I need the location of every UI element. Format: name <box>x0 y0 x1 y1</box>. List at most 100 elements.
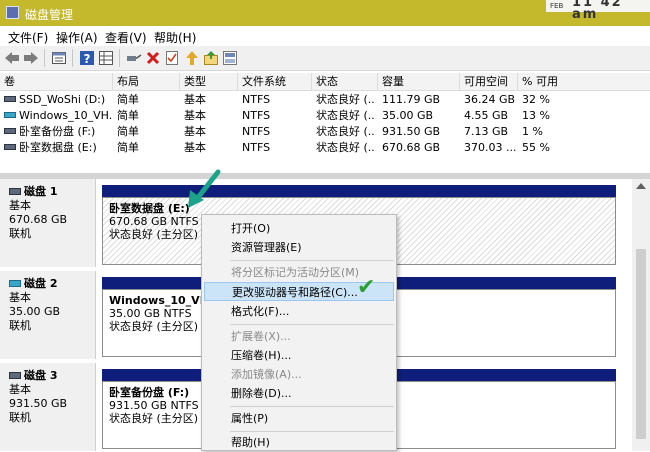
status-cell: 状态良好 (... <box>316 141 376 154</box>
column-header-free-space[interactable]: 可用空间 <box>460 73 518 91</box>
table-row[interactable]: 卧室备份盘 (F:) 简单 基本 NTFS 状态良好 (... 931.50 G… <box>0 124 650 140</box>
scroll-up-arrow-icon[interactable] <box>636 183 646 189</box>
properties-icon[interactable] <box>51 50 67 66</box>
volume-name-cell: 卧室数据盘 (E:) <box>4 140 112 156</box>
type-cell: 基本 <box>184 141 206 154</box>
clock-time: 11 42 am <box>572 0 623 22</box>
volume-name: 卧室备份盘 (F:) <box>19 125 96 138</box>
capacity-cell: 111.79 GB <box>382 93 441 106</box>
menu-file[interactable]: 文件(F) <box>8 29 48 46</box>
back-arrow-icon[interactable] <box>4 50 20 66</box>
menu-item-shrink-volume[interactable]: 压缩卷(H)... <box>204 346 394 365</box>
scrollbar-thumb[interactable] <box>636 249 646 439</box>
disk-1-label[interactable]: 磁盘 1 基本 670.68 GB 联机 <box>0 179 96 267</box>
layout-cell: 简单 <box>117 109 139 122</box>
type-cell: 基本 <box>184 125 206 138</box>
percent-free-cell: 13 % <box>522 109 550 122</box>
toolbar-separator <box>72 49 73 67</box>
drive-icon <box>4 96 16 102</box>
menu-item-explorer[interactable]: 资源管理器(E) <box>204 238 394 257</box>
column-header-status[interactable]: 状态 <box>312 73 378 91</box>
percent-free-cell: 32 % <box>522 93 550 106</box>
annotation-arrow-icon <box>188 169 221 208</box>
type-cell: 基本 <box>184 109 206 122</box>
filesystem-cell: NTFS <box>242 141 271 154</box>
help-icon[interactable]: ? <box>79 50 95 66</box>
layout-cell: 简单 <box>117 93 139 106</box>
disk-2-label[interactable]: 磁盘 2 基本 35.00 GB 联机 <box>0 271 96 359</box>
volume-name: Windows_10_VH... <box>19 109 112 122</box>
disk-3-label[interactable]: 磁盘 3 基本 931.50 GB 联机 <box>0 363 96 451</box>
svg-text:?: ? <box>84 52 91 66</box>
table-row[interactable]: Windows_10_VH... 简单 基本 NTFS 状态良好 (... 35… <box>0 108 650 124</box>
vhd-disk-icon <box>9 280 21 287</box>
disk-1-size: 670.68 GB <box>9 213 68 226</box>
vertical-scrollbar[interactable] <box>632 179 650 451</box>
toolbar-separator <box>119 49 120 67</box>
layout-cell: 简单 <box>117 125 139 138</box>
column-header-capacity[interactable]: 容量 <box>378 73 460 91</box>
table-row[interactable]: SSD_WoShi (D:) 简单 基本 NTFS 状态良好 (... 111.… <box>0 92 650 108</box>
disk-1-state: 联机 <box>9 227 31 240</box>
percent-free-cell: 1 % <box>522 125 543 138</box>
column-header-type[interactable]: 类型 <box>180 73 238 91</box>
up-icon[interactable] <box>184 50 200 66</box>
filesystem-cell: NTFS <box>242 93 271 106</box>
disk-3-type: 基本 <box>9 383 31 396</box>
disk-2-type: 基本 <box>9 291 31 304</box>
free-space-cell: 36.24 GB <box>464 93 516 106</box>
menu-view[interactable]: 查看(V) <box>105 29 147 46</box>
menu-item-help[interactable]: 帮助(H) <box>204 433 394 452</box>
annotation-check-icon: ✔ <box>357 275 376 300</box>
window-title: 磁盘管理 <box>25 8 74 22</box>
import-icon[interactable] <box>203 50 219 66</box>
drive-icon <box>4 128 16 134</box>
menu-separator <box>230 260 394 261</box>
disk-icon <box>9 188 21 195</box>
volume-name: SSD_WoShi (D:) <box>19 93 106 106</box>
menu-item-add-mirror: 添加镜像(A)... <box>231 368 302 381</box>
title-bar: 磁盘管理 FEB 11 42 am <box>0 0 650 26</box>
refresh-icon[interactable] <box>222 50 238 66</box>
disk-3-name: 磁盘 3 <box>24 369 58 382</box>
volume-name-cell: SSD_WoShi (D:) <box>4 92 112 108</box>
volume-name-cell: 卧室备份盘 (F:) <box>4 124 112 140</box>
partition-header-bar <box>102 185 616 197</box>
menu-item-open[interactable]: 打开(O) <box>204 219 394 238</box>
capacity-cell: 931.50 GB <box>382 125 441 138</box>
menu-action[interactable]: 操作(A) <box>56 29 98 46</box>
disk-management-icon <box>6 6 19 19</box>
menu-item-properties[interactable]: 属性(P) <box>204 409 394 428</box>
disk-2-state: 联机 <box>9 319 31 332</box>
column-header-percent-free[interactable]: % 可用 <box>518 73 650 91</box>
disk-1-name: 磁盘 1 <box>24 185 58 198</box>
menu-help[interactable]: 帮助(H) <box>154 29 196 46</box>
disk-2-size: 35.00 GB <box>9 305 61 318</box>
forward-arrow-icon[interactable] <box>23 50 39 66</box>
menu-separator <box>230 431 394 432</box>
context-menu: 打开(O) 资源管理器(E) 将分区标记为活动分区(M) 更改驱动器号和路径(C… <box>201 214 397 451</box>
disk-3-size: 931.50 GB <box>9 397 68 410</box>
check-icon[interactable] <box>164 50 180 66</box>
menu-item-delete-volume[interactable]: 删除卷(D)... <box>204 384 394 403</box>
percent-free-cell: 55 % <box>522 141 550 154</box>
column-header-filesystem[interactable]: 文件系统 <box>238 73 312 91</box>
column-header-volume[interactable]: 卷 <box>0 73 113 91</box>
connect-icon[interactable] <box>126 50 142 66</box>
disk-3-name-row: 磁盘 3 <box>9 369 95 383</box>
menu-item-format[interactable]: 格式化(F)... <box>204 302 394 321</box>
free-space-cell: 370.03 ... <box>464 141 516 154</box>
disk-1-name-row: 磁盘 1 <box>9 185 95 199</box>
delete-icon[interactable] <box>145 50 161 66</box>
table-row[interactable]: 卧室数据盘 (E:) 简单 基本 NTFS 状态良好 (... 670.68 G… <box>0 140 650 156</box>
status-cell: 状态良好 (... <box>316 109 376 122</box>
column-header-layout[interactable]: 布局 <box>113 73 180 91</box>
capacity-cell: 670.68 GB <box>382 141 441 154</box>
menu-separator <box>230 406 394 407</box>
properties-grid-icon[interactable] <box>98 50 114 66</box>
menu-bar: 文件(F) 操作(A) 查看(V) 帮助(H) <box>0 26 650 47</box>
disk-2-name: 磁盘 2 <box>24 277 58 290</box>
capacity-cell: 35.00 GB <box>382 109 434 122</box>
layout-cell: 简单 <box>117 141 139 154</box>
menu-item-extend-volume: 扩展卷(X)... <box>231 330 291 343</box>
